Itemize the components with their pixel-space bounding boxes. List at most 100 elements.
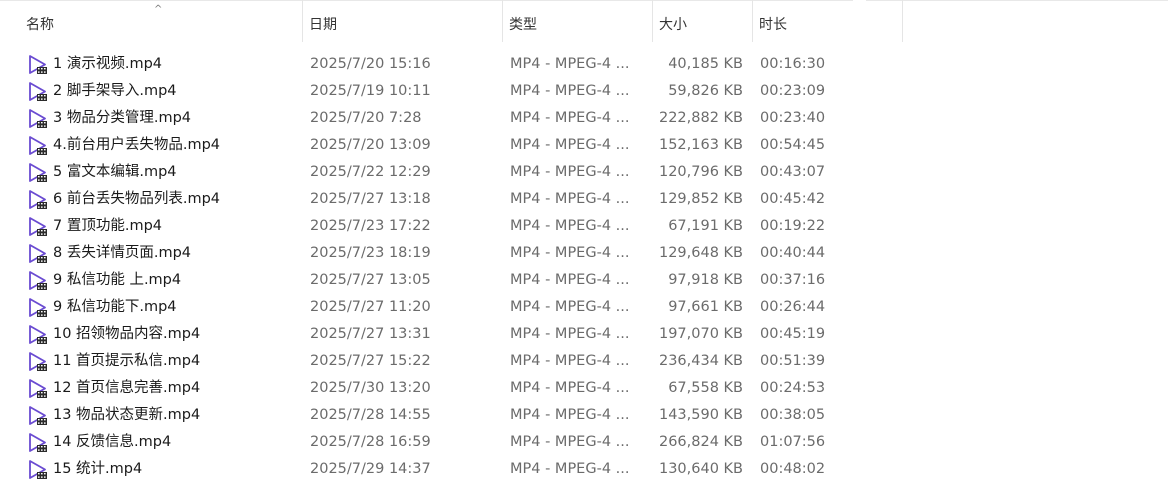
- file-name[interactable]: 9 私信功能下.mp4: [53, 294, 177, 321]
- video-file-icon: [27, 270, 49, 292]
- file-name[interactable]: 11 首页提示私信.mp4: [53, 348, 200, 375]
- file-row[interactable]: 4.前台用户丢失物品.mp4 2025/7/20 13:09 MP4 - MPE…: [0, 132, 903, 159]
- file-date: 2025/7/20 15:16: [310, 56, 431, 72]
- column-header-type-label: 类型: [509, 17, 537, 33]
- file-size: 266,824 KB: [658, 434, 743, 450]
- video-file-icon: [27, 297, 49, 319]
- file-row[interactable]: 9 私信功能下.mp4 2025/7/27 11:20 MP4 - MPEG-4…: [0, 294, 903, 321]
- file-type: MP4 - MPEG-4 ...: [510, 326, 630, 342]
- file-row[interactable]: 10 招领物品内容.mp4 2025/7/27 13:31 MP4 - MPEG…: [0, 321, 903, 348]
- file-duration: 00:45:42: [760, 191, 826, 207]
- file-name[interactable]: 3 物品分类管理.mp4: [53, 105, 191, 132]
- file-type: MP4 - MPEG-4 ...: [510, 164, 630, 180]
- column-header-type[interactable]: 类型: [503, 0, 653, 42]
- file-size: 130,640 KB: [658, 461, 743, 477]
- video-file-icon: [27, 405, 49, 427]
- file-name[interactable]: 12 首页信息完善.mp4: [53, 375, 200, 402]
- file-size: 197,070 KB: [658, 326, 743, 342]
- file-row[interactable]: 11 首页提示私信.mp4 2025/7/27 15:22 MP4 - MPEG…: [0, 348, 903, 375]
- column-header-size[interactable]: 大小: [653, 0, 753, 42]
- video-file-icon: [27, 432, 49, 454]
- file-date: 2025/7/27 13:05: [310, 272, 431, 288]
- file-size: 222,882 KB: [658, 110, 743, 126]
- file-size: 143,590 KB: [658, 407, 743, 423]
- file-size: 120,796 KB: [658, 164, 743, 180]
- file-row[interactable]: 8 丢失详情页面.mp4 2025/7/23 18:19 MP4 - MPEG-…: [0, 240, 903, 267]
- video-file-icon: [27, 243, 49, 265]
- file-name[interactable]: 7 置顶功能.mp4: [53, 213, 162, 240]
- file-date: 2025/7/27 11:20: [310, 299, 431, 315]
- file-name[interactable]: 1 演示视频.mp4: [53, 51, 162, 78]
- column-header-size-label: 大小: [659, 17, 687, 33]
- file-type: MP4 - MPEG-4 ...: [510, 218, 630, 234]
- file-duration: 00:16:30: [760, 56, 826, 72]
- video-file-icon: [27, 216, 49, 238]
- file-date: 2025/7/20 13:09: [310, 137, 431, 153]
- column-header-name-label: 名称: [26, 17, 54, 33]
- file-date: 2025/7/19 10:11: [310, 83, 431, 99]
- file-duration: 00:51:39: [760, 353, 826, 369]
- file-date: 2025/7/20 7:28: [310, 110, 422, 126]
- file-duration: 01:07:56: [760, 434, 826, 450]
- column-header-date[interactable]: 日期: [303, 0, 503, 42]
- sort-ascending-icon: ^: [154, 4, 163, 15]
- file-row[interactable]: 15 统计.mp4 2025/7/29 14:37 MP4 - MPEG-4 .…: [0, 456, 903, 483]
- video-file-icon: [27, 108, 49, 130]
- column-header-duration-label: 时长: [759, 17, 787, 33]
- file-type: MP4 - MPEG-4 ...: [510, 110, 630, 126]
- file-size: 67,191 KB: [668, 218, 743, 234]
- file-name[interactable]: 9 私信功能 上.mp4: [53, 267, 181, 294]
- column-header-duration[interactable]: 时长: [753, 0, 903, 42]
- file-date: 2025/7/22 12:29: [310, 164, 431, 180]
- file-type: MP4 - MPEG-4 ...: [510, 380, 630, 396]
- file-duration: 00:23:40: [760, 110, 826, 126]
- file-name[interactable]: 15 统计.mp4: [53, 456, 142, 483]
- file-duration: 00:24:53: [760, 380, 826, 396]
- file-type: MP4 - MPEG-4 ...: [510, 56, 630, 72]
- video-file-icon: [27, 81, 49, 103]
- file-row[interactable]: 3 物品分类管理.mp4 2025/7/20 7:28 MP4 - MPEG-4…: [0, 105, 903, 132]
- video-file-icon: [27, 324, 49, 346]
- file-date: 2025/7/30 13:20: [310, 380, 431, 396]
- file-duration: 00:19:22: [760, 218, 826, 234]
- video-file-icon: [27, 135, 49, 157]
- file-duration: 00:54:45: [760, 137, 826, 153]
- file-date: 2025/7/23 18:19: [310, 245, 431, 261]
- file-name[interactable]: 6 前台丢失物品列表.mp4: [53, 186, 220, 213]
- file-name[interactable]: 13 物品状态更新.mp4: [53, 402, 200, 429]
- video-file-icon: [27, 459, 49, 481]
- file-date: 2025/7/23 17:22: [310, 218, 431, 234]
- file-name[interactable]: 8 丢失详情页面.mp4: [53, 240, 191, 267]
- file-row[interactable]: 2 脚手架导入.mp4 2025/7/19 10:11 MP4 - MPEG-4…: [0, 78, 903, 105]
- file-duration: 00:43:07: [760, 164, 826, 180]
- column-header-date-label: 日期: [309, 17, 337, 33]
- file-name[interactable]: 2 脚手架导入.mp4: [53, 78, 177, 105]
- file-duration: 00:38:05: [760, 407, 826, 423]
- file-size: 97,661 KB: [668, 299, 743, 315]
- file-row[interactable]: 7 置顶功能.mp4 2025/7/23 17:22 MP4 - MPEG-4 …: [0, 213, 903, 240]
- file-name[interactable]: 10 招领物品内容.mp4: [53, 321, 200, 348]
- file-type: MP4 - MPEG-4 ...: [510, 83, 630, 99]
- file-date: 2025/7/27 13:18: [310, 191, 431, 207]
- file-duration: 00:23:09: [760, 83, 826, 99]
- file-row[interactable]: 12 首页信息完善.mp4 2025/7/30 13:20 MP4 - MPEG…: [0, 375, 903, 402]
- file-row[interactable]: 9 私信功能 上.mp4 2025/7/27 13:05 MP4 - MPEG-…: [0, 267, 903, 294]
- file-size: 129,648 KB: [658, 245, 743, 261]
- file-name[interactable]: 14 反馈信息.mp4: [53, 429, 171, 456]
- file-name[interactable]: 4.前台用户丢失物品.mp4: [53, 132, 220, 159]
- file-size: 236,434 KB: [658, 353, 743, 369]
- file-size: 40,185 KB: [668, 56, 743, 72]
- file-type: MP4 - MPEG-4 ...: [510, 245, 630, 261]
- column-header: 名称 ^ 日期 类型 大小 时长: [0, 0, 1168, 44]
- file-size: 59,826 KB: [668, 83, 743, 99]
- video-file-icon: [27, 162, 49, 184]
- file-name[interactable]: 5 富文本编辑.mp4: [53, 159, 177, 186]
- file-duration: 00:48:02: [760, 461, 826, 477]
- file-duration: 00:37:16: [760, 272, 826, 288]
- file-date: 2025/7/29 14:37: [310, 461, 431, 477]
- file-row[interactable]: 6 前台丢失物品列表.mp4 2025/7/27 13:18 MP4 - MPE…: [0, 186, 903, 213]
- file-row[interactable]: 13 物品状态更新.mp4 2025/7/28 14:55 MP4 - MPEG…: [0, 402, 903, 429]
- file-row[interactable]: 5 富文本编辑.mp4 2025/7/22 12:29 MP4 - MPEG-4…: [0, 159, 903, 186]
- file-row[interactable]: 14 反馈信息.mp4 2025/7/28 16:59 MP4 - MPEG-4…: [0, 429, 903, 456]
- file-row[interactable]: 1 演示视频.mp4 2025/7/20 15:16 MP4 - MPEG-4 …: [0, 51, 903, 78]
